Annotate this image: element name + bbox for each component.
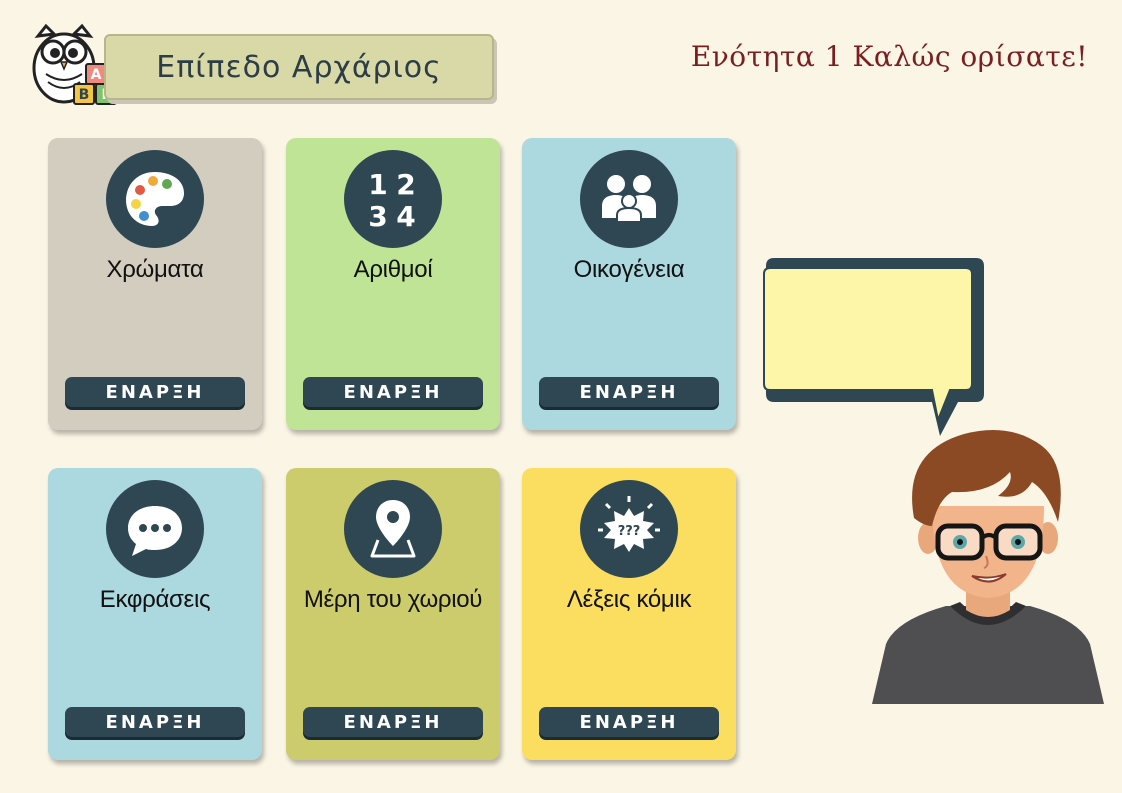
card-label: Αριθμοί	[353, 256, 433, 283]
logo-block-b: Β	[79, 87, 90, 103]
digit-2: 2	[396, 168, 415, 201]
start-button[interactable]: ΕΝΑΡΞΗ	[539, 377, 719, 407]
card-family[interactable]: Οικογένεια ΕΝΑΡΞΗ	[522, 138, 736, 430]
start-button[interactable]: ΕΝΑΡΞΗ	[539, 707, 719, 737]
card-label: Εκφράσεις	[99, 586, 211, 613]
logo-block-a: Α	[91, 67, 102, 83]
comic-burst-icon: ???	[580, 480, 678, 578]
start-button[interactable]: ΕΝΑΡΞΗ	[303, 377, 483, 407]
card-village-places[interactable]: Μέρη του χωριού ΕΝΑΡΞΗ	[286, 468, 500, 760]
card-label: Λέξεις κόμικ	[566, 586, 692, 613]
map-pin-icon	[344, 480, 442, 578]
card-colors[interactable]: Χρώματα ΕΝΑΡΞΗ	[48, 138, 262, 430]
card-label: Μέρη του χωριού	[303, 586, 483, 613]
card-label: Οικογένεια	[573, 256, 685, 283]
unit-title: Ενότητα 1 Καλώς ορίσατε!	[690, 40, 1088, 73]
numbers-icon: 1 2 3 4	[344, 150, 442, 248]
speech-bubble-icon	[106, 480, 204, 578]
palette-icon	[106, 150, 204, 248]
card-expressions[interactable]: Εκφράσεις ΕΝΑΡΞΗ	[48, 468, 262, 760]
card-numbers[interactable]: 1 2 3 4 Αριθμοί ΕΝΑΡΞΗ	[286, 138, 500, 430]
avatar	[872, 426, 1104, 704]
digit-1: 1	[368, 168, 387, 201]
card-label: Χρώματα	[106, 256, 204, 283]
family-icon	[580, 150, 678, 248]
card-comic-words[interactable]: ??? Λέξεις κόμικ ΕΝΑΡΞΗ	[522, 468, 736, 760]
level-title: Επίπεδο Αρχάριος	[104, 34, 494, 100]
burst-text: ???	[618, 524, 641, 539]
start-button[interactable]: ΕΝΑΡΞΗ	[65, 707, 245, 737]
start-button[interactable]: ΕΝΑΡΞΗ	[65, 377, 245, 407]
speech-bubble	[760, 252, 992, 442]
start-button[interactable]: ΕΝΑΡΞΗ	[303, 707, 483, 737]
digit-4: 4	[396, 200, 415, 233]
digit-3: 3	[368, 200, 387, 233]
